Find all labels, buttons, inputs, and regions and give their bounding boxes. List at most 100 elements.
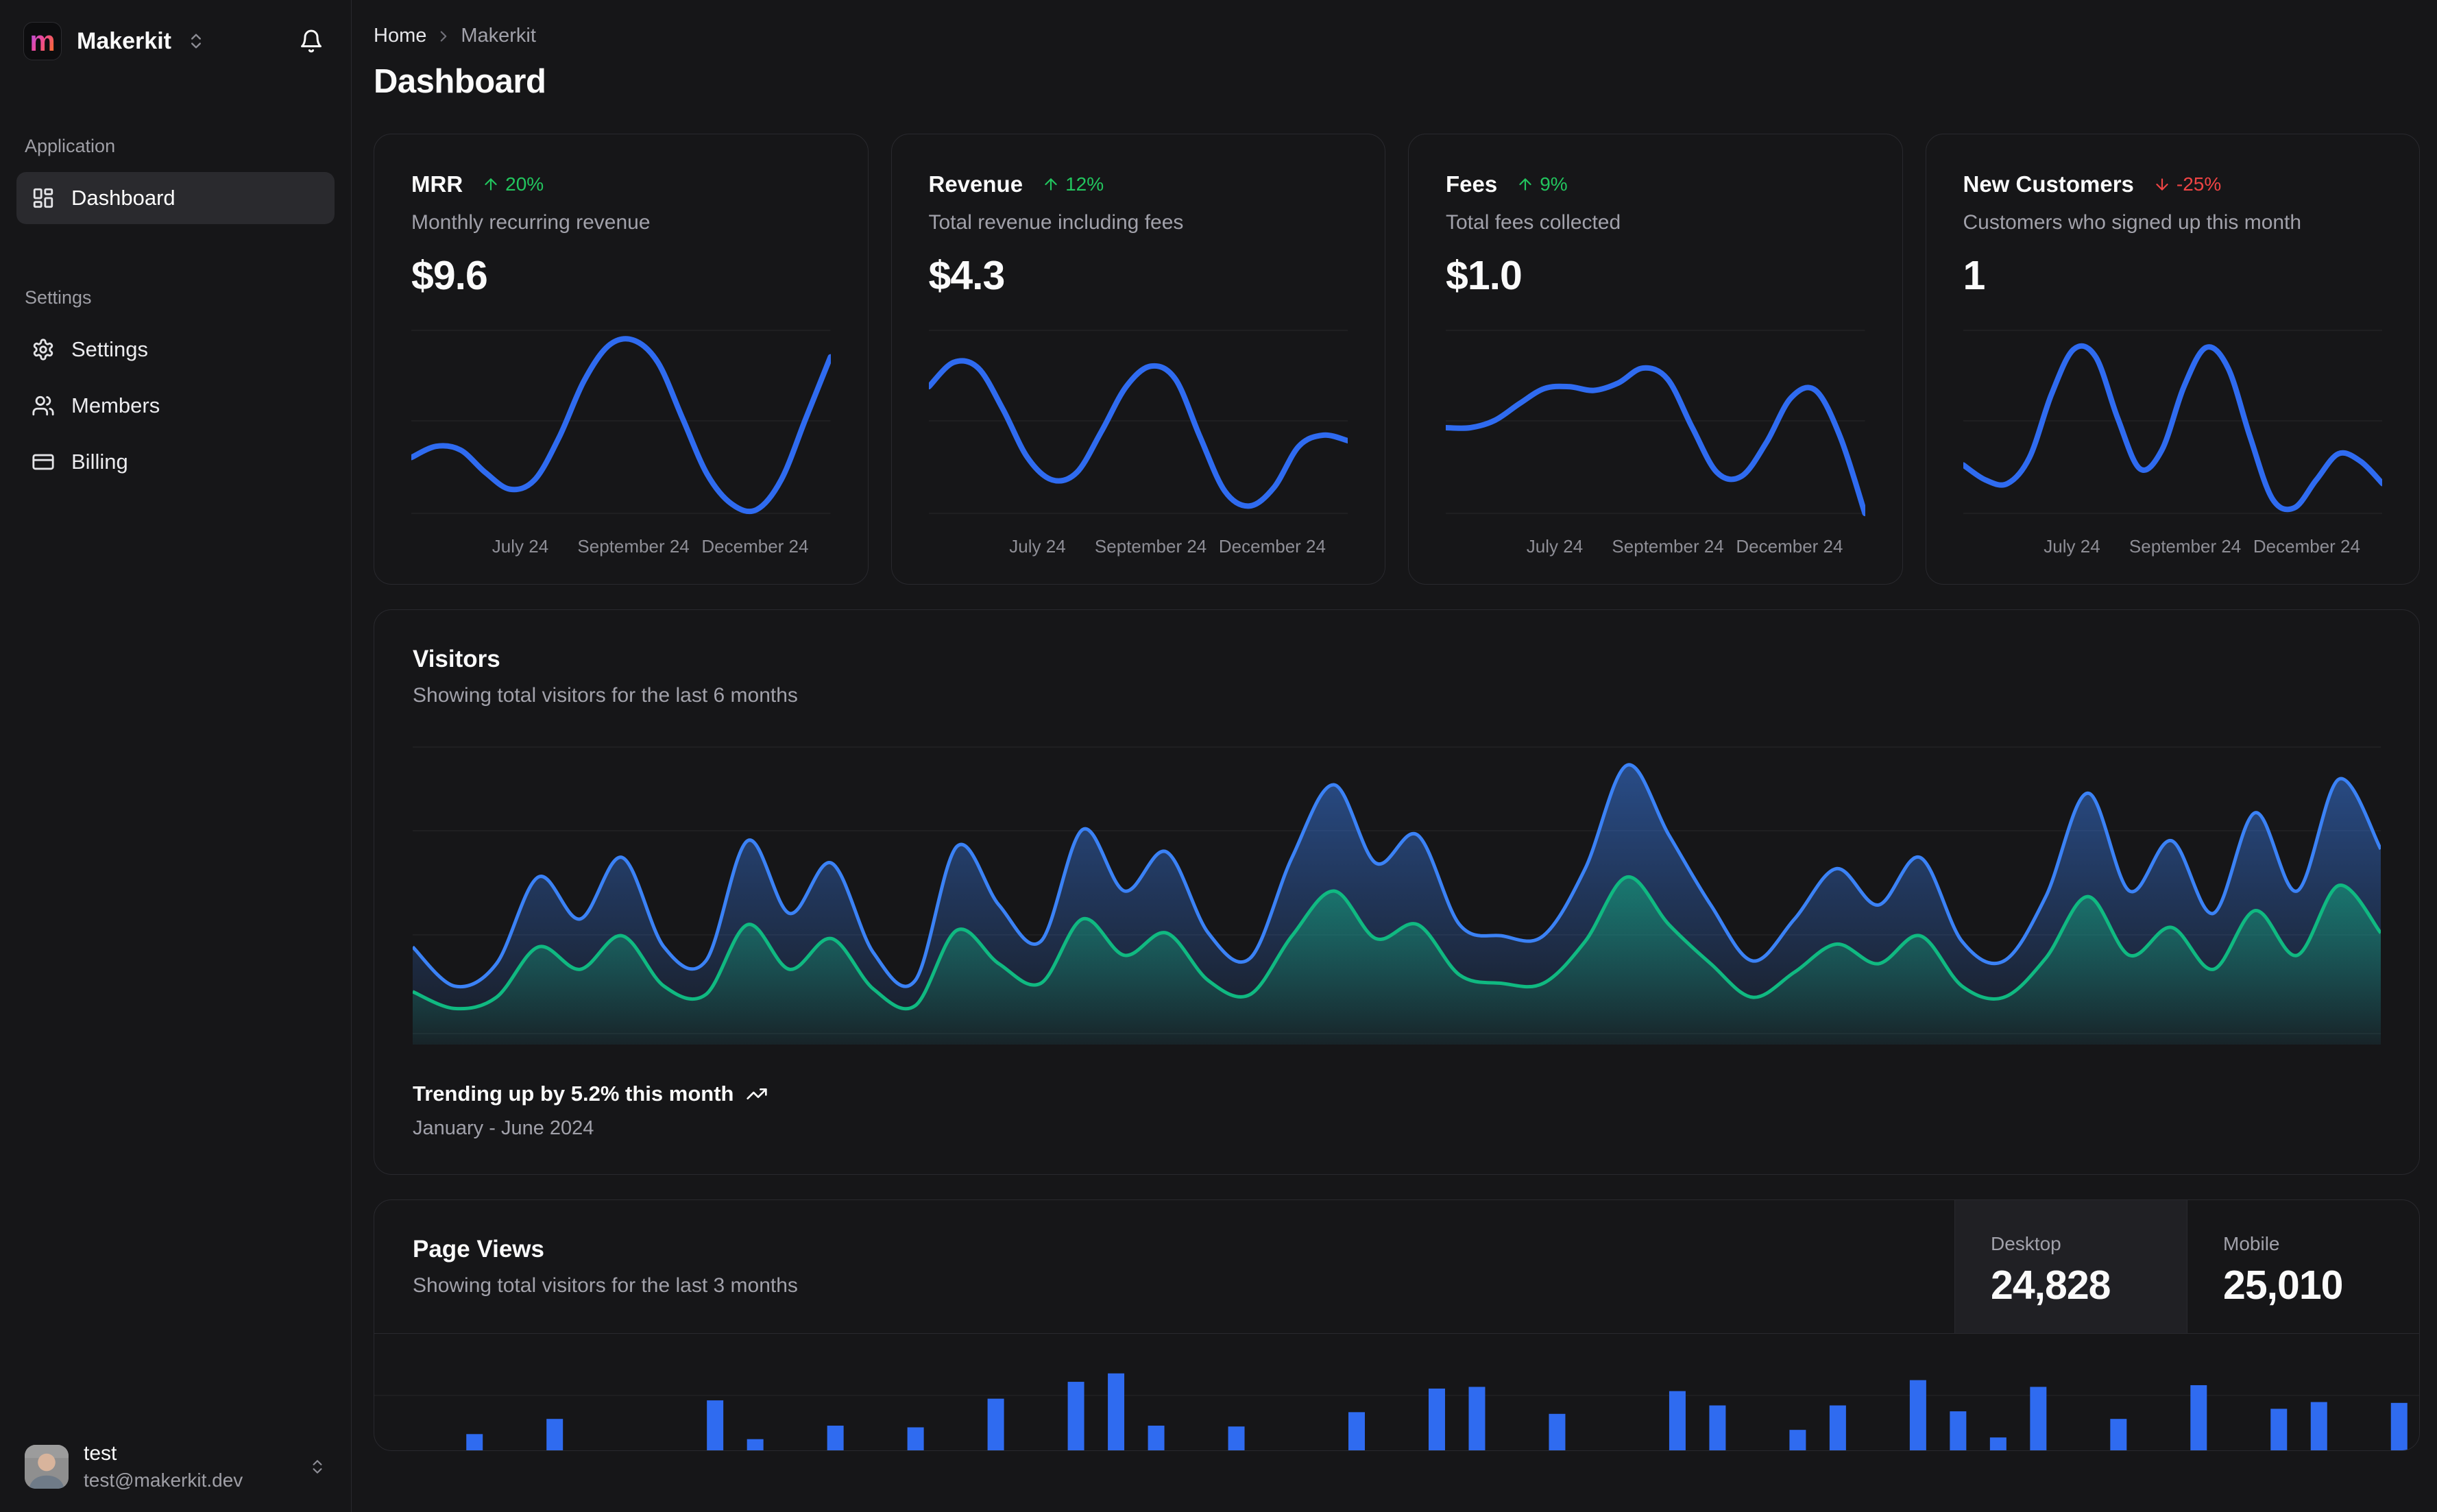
x-tick: July 24 — [1526, 536, 1584, 557]
workspace-name: Makerkit — [77, 27, 171, 54]
page-views-subtitle: Showing total visitors for the last 3 mo… — [413, 1274, 798, 1297]
visitors-area-chart — [413, 746, 2381, 1045]
page-views-bar-chart — [374, 1373, 2419, 1450]
sidebar-item-label: Settings — [71, 337, 149, 361]
stat-subtitle: Monthly recurring revenue — [411, 211, 651, 234]
visitors-title: Visitors — [413, 646, 500, 672]
page-title: Dashboard — [374, 63, 546, 100]
stat-title: New Customers — [1963, 171, 2134, 197]
x-tick: December 24 — [1218, 536, 1326, 557]
breadcrumb-current: Makerkit — [461, 25, 536, 47]
user-meta: test test@makerkit.dev — [84, 1442, 243, 1491]
sidebar-item-label: Members — [71, 393, 160, 417]
stat-value: 1 — [1963, 253, 1986, 298]
sidebar-item-label: Dashboard — [71, 186, 175, 210]
gear-icon — [32, 338, 55, 361]
page-views-card: Page Views Showing total visitors for th… — [374, 1199, 2420, 1451]
user-name: test — [84, 1442, 117, 1465]
chevrons-up-down-icon — [186, 32, 206, 51]
x-axis-labels: July 24 September 24 December 24 — [929, 536, 1348, 563]
x-tick: July 24 — [2044, 536, 2100, 557]
visitors-trend-text: Trending up by 5.2% this month — [413, 1082, 734, 1106]
x-tick: December 24 — [2253, 536, 2360, 557]
avatar — [25, 1445, 69, 1489]
stat-card-fees: Fees 9% Total fees collected $1.0 July 2… — [1408, 134, 1903, 585]
x-tick: September 24 — [1612, 536, 1724, 557]
visitors-card: Visitors Showing total visitors for the … — [374, 609, 2420, 1175]
stat-title: Revenue — [928, 171, 1023, 197]
revenue-sparkline-chart — [928, 330, 1348, 514]
trend-value: 9% — [1540, 173, 1568, 195]
x-axis-labels: July 24 September 24 December 24 — [1446, 536, 1865, 563]
x-tick: December 24 — [701, 536, 809, 557]
sidebar-item-settings[interactable]: Settings — [16, 324, 335, 376]
workspace-logo: m — [23, 22, 62, 60]
x-tick: September 24 — [577, 536, 690, 557]
sidebar-item-billing[interactable]: Billing — [16, 436, 335, 488]
breadcrumb: Home Makerkit — [374, 25, 2420, 47]
user-email: test@makerkit.dev — [84, 1470, 243, 1491]
nav-section-application: Application Dashboard — [16, 136, 335, 224]
stat-subtitle: Customers who signed up this month — [1963, 211, 2302, 234]
chevron-right-icon — [435, 27, 452, 45]
stat-cards-grid: MRR 20% Monthly recurring revenue $9.6 J… — [374, 134, 2420, 585]
arrow-down-icon — [2153, 175, 2171, 193]
trend-badge: 20% — [482, 173, 544, 195]
new-customers-sparkline-chart — [1963, 330, 2382, 514]
user-menu[interactable]: test test@makerkit.dev — [16, 1426, 335, 1512]
fees-sparkline-chart — [1446, 330, 1865, 517]
desktop-stat-toggle[interactable]: Desktop 24,828 — [1954, 1200, 2187, 1333]
stat-value: $9.6 — [411, 253, 488, 298]
stat-subtitle: Total fees collected — [1446, 211, 1621, 234]
visitors-subtitle: Showing total visitors for the last 6 mo… — [413, 684, 798, 707]
stat-card-new-customers: New Customers -25% Customers who signed … — [1925, 134, 2420, 585]
visitors-period: January - June 2024 — [413, 1117, 594, 1139]
notifications-bell-icon[interactable] — [295, 25, 328, 58]
dashboard-icon — [32, 186, 55, 210]
stat-subtitle: Total revenue including fees — [928, 211, 1184, 234]
x-tick: July 24 — [1009, 536, 1066, 557]
mobile-label: Mobile — [2223, 1233, 2280, 1254]
x-tick: September 24 — [2129, 536, 2242, 557]
trend-badge: -25% — [2153, 173, 2221, 195]
users-icon — [32, 394, 55, 417]
sidebar-item-label: Billing — [71, 450, 128, 474]
chevrons-up-down-icon — [308, 1458, 326, 1476]
x-axis-labels: July 24 September 24 December 24 — [411, 536, 831, 563]
x-tick: December 24 — [1736, 536, 1843, 557]
desktop-label: Desktop — [1991, 1233, 2061, 1254]
stat-value: $4.3 — [928, 253, 1006, 298]
workspace-switcher[interactable]: m Makerkit — [16, 0, 335, 67]
x-tick: July 24 — [492, 536, 549, 557]
nav-section-settings: Settings Settings Members Billing — [16, 287, 335, 488]
workspace-logo-letter: m — [29, 25, 56, 57]
stat-title: MRR — [411, 171, 463, 197]
page-views-header: Page Views Showing total visitors for th… — [374, 1200, 2419, 1334]
sidebar: m Makerkit Application Dashboard Setting… — [0, 0, 352, 1512]
stat-card-revenue: Revenue 12% Total revenue including fees… — [890, 134, 1385, 585]
arrow-up-icon — [1042, 175, 1060, 193]
stat-card-mrr: MRR 20% Monthly recurring revenue $9.6 J… — [374, 134, 869, 585]
nav-section-label: Settings — [25, 287, 92, 308]
trend-badge: 12% — [1042, 173, 1104, 195]
mobile-stat-toggle[interactable]: Mobile 25,010 — [2187, 1200, 2419, 1333]
arrow-up-icon — [1516, 175, 1534, 193]
main-content: Home Makerkit Dashboard MRR 20% Monthly … — [352, 0, 2437, 1512]
visitors-trend-note: Trending up by 5.2% this month — [413, 1082, 2381, 1106]
page-views-toggle: Desktop 24,828 Mobile 25,010 — [1954, 1200, 2419, 1333]
trending-up-icon — [746, 1083, 768, 1105]
stat-title: Fees — [1446, 171, 1498, 197]
page-views-title: Page Views — [413, 1236, 544, 1263]
trend-badge: 9% — [1516, 173, 1568, 195]
sidebar-item-dashboard[interactable]: Dashboard — [16, 172, 335, 224]
breadcrumb-home-link[interactable]: Home — [374, 25, 426, 47]
desktop-value: 24,828 — [1991, 1263, 2111, 1308]
credit-card-icon — [32, 450, 55, 474]
stat-value: $1.0 — [1446, 253, 1523, 298]
trend-value: -25% — [2176, 173, 2222, 195]
x-tick: September 24 — [1094, 536, 1207, 557]
mobile-value: 25,010 — [2223, 1263, 2343, 1308]
trend-value: 12% — [1065, 173, 1104, 195]
mrr-sparkline-chart — [411, 330, 831, 515]
sidebar-item-members[interactable]: Members — [16, 380, 335, 432]
